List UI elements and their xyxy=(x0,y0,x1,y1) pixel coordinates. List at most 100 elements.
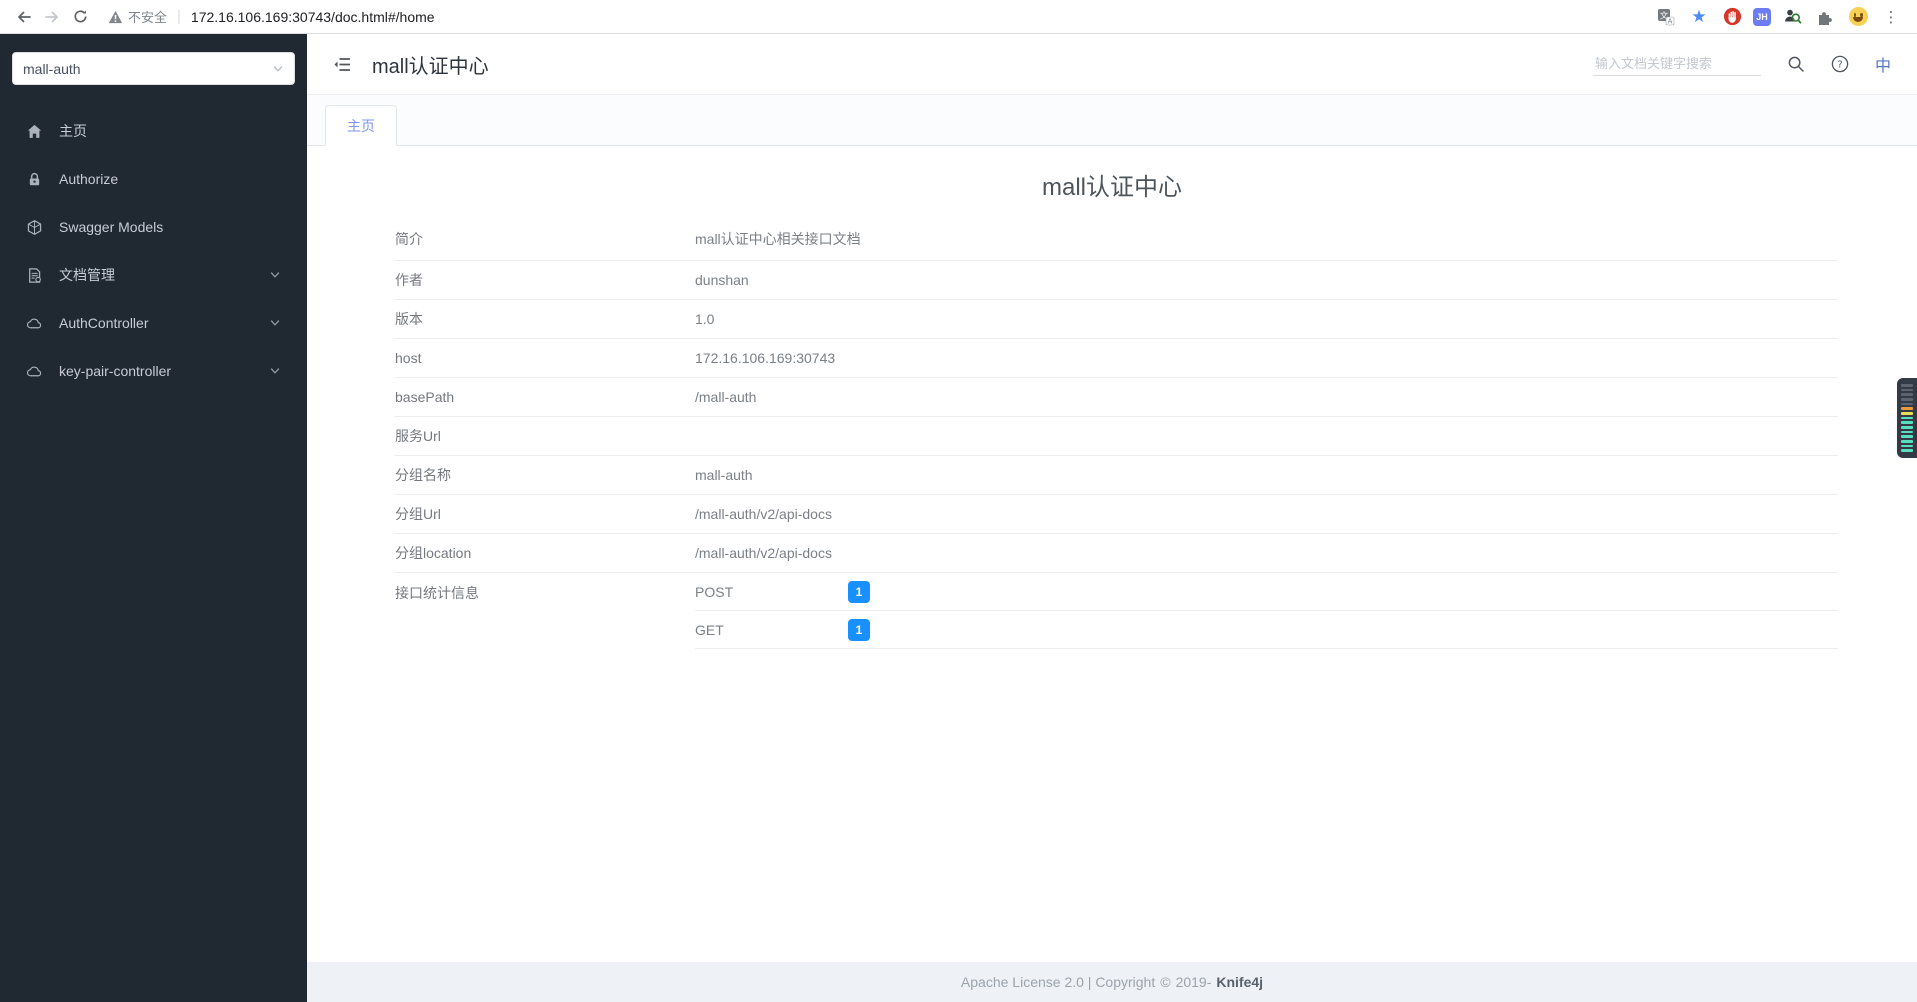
info-row: 分组Url/mall-auth/v2/api-docs xyxy=(395,495,1838,534)
stat-method-label: GET xyxy=(695,621,724,638)
jh-extension-icon[interactable]: JH xyxy=(1753,7,1771,26)
main-panel: mall认证中心 ? 中 主页 mall认证中心 简介 mall认证中心相关接口文… xyxy=(307,34,1917,1002)
info-row-stats: 接口统计信息 POST 1 GET 1 xyxy=(395,573,1838,649)
info-row: 服务Url xyxy=(395,417,1838,456)
app-header: mall认证中心 ? 中 xyxy=(307,34,1917,95)
chevron-down-icon xyxy=(272,63,284,75)
chevron-down-icon xyxy=(269,269,281,281)
browser-menu-icon[interactable]: ⋮ xyxy=(1879,5,1903,29)
info-label: 分组名称 xyxy=(395,467,451,483)
document-icon xyxy=(26,267,43,284)
stat-count-badge: 1 xyxy=(848,580,870,603)
sidebar-menu: 主页 Authorize Swagger Models 文档管理 AuthControl… xyxy=(0,107,307,395)
sidebar-item-label: 文档管理 xyxy=(59,267,115,283)
language-toggle-icon[interactable]: 中 xyxy=(1875,52,1891,76)
info-row: host 172.16.106.169:30743 xyxy=(395,339,1838,378)
page-title: mall认证中心 xyxy=(1041,174,1182,201)
sidebar-item-label: Authorize xyxy=(59,171,119,187)
info-value: /mall-auth/v2/api-docs xyxy=(695,545,832,561)
stats-label: 接口统计信息 xyxy=(395,585,479,601)
browser-forward-button[interactable] xyxy=(38,3,66,31)
info-label: 作者 xyxy=(395,272,423,288)
info-value: dunshan xyxy=(695,272,749,288)
lock-icon xyxy=(26,171,43,188)
info-value: 1.0 xyxy=(695,311,715,327)
info-row: 分组名称 mall-auth xyxy=(395,456,1838,495)
footer-brand: Knife4j xyxy=(1216,974,1264,990)
info-value: 172.16.106.169:30743 xyxy=(695,350,836,366)
knife4j-app: mall-auth 主页 Authorize Swagger Models 文档管理 A… xyxy=(0,34,1917,1002)
browser-back-button[interactable] xyxy=(10,3,38,31)
sidebar-item-label: AuthController xyxy=(59,315,149,331)
security-chip[interactable]: 不安全 xyxy=(108,7,167,26)
edge-extension-handle[interactable] xyxy=(1897,378,1917,458)
cloud-icon xyxy=(26,315,43,332)
url-text: 172.16.106.169:30743/doc.html#/home xyxy=(190,8,435,25)
translate-extension-icon[interactable]: 文A xyxy=(1654,5,1678,29)
extension-toolbar: 文A ★ JH ⋮ xyxy=(1654,5,1907,29)
info-label: 分组location xyxy=(395,545,472,561)
chevron-down-icon xyxy=(269,317,281,329)
menu-fold-icon[interactable] xyxy=(333,55,352,74)
sidebar-item-authorize[interactable]: Authorize xyxy=(0,155,307,203)
sidebar-item-label: 主页 xyxy=(59,123,87,139)
address-bar[interactable]: 不安全 | 172.16.106.169:30743/doc.html#/hom… xyxy=(108,7,1654,26)
adblock-hand-icon[interactable] xyxy=(1720,5,1744,29)
info-label: 简介 xyxy=(395,230,423,247)
home-icon xyxy=(26,123,43,140)
tab-主页[interactable]: 主页 xyxy=(325,105,397,146)
info-row: basePath/mall-auth xyxy=(395,378,1838,417)
extensions-puzzle-icon[interactable] xyxy=(1813,5,1837,29)
tab-bar: 主页 xyxy=(307,95,1917,146)
stat-count-badge: 1 xyxy=(848,618,870,641)
info-row: 分组location/mall-auth/v2/api-docs xyxy=(395,534,1838,573)
svg-text:A: A xyxy=(1668,17,1673,25)
help-icon[interactable]: ? xyxy=(1831,55,1849,73)
sidebar-item-key-pair-controller[interactable]: key-pair-controller xyxy=(0,347,307,395)
bookmark-star-icon[interactable]: ★ xyxy=(1687,5,1711,29)
browser-reload-button[interactable] xyxy=(66,3,94,31)
info-label: basePath xyxy=(395,389,455,405)
chevron-down-icon xyxy=(269,365,281,377)
app-title: mall认证中心 xyxy=(372,55,489,78)
footer: Apache License 2.0 | Copyright © 2019- Kn… xyxy=(307,962,1917,1002)
info-table: 简介 mall认证中心相关接口文档作者 dunshan 版本 1.0 host 172.16… xyxy=(395,217,1838,649)
address-separator: | xyxy=(177,8,181,25)
user-search-extension-icon[interactable] xyxy=(1780,5,1804,29)
sidebar-item-label: Swagger Models xyxy=(59,219,164,235)
info-row: 作者 dunshan xyxy=(395,261,1838,300)
search-icon[interactable] xyxy=(1787,55,1805,73)
sidebar-item-主页[interactable]: 主页 xyxy=(0,107,307,155)
info-label: 版本 xyxy=(395,311,423,327)
info-value: /mall-auth/v2/api-docs xyxy=(695,506,832,522)
sidebar-item-label: key-pair-controller xyxy=(59,363,172,379)
svg-text:?: ? xyxy=(1837,60,1842,71)
profile-avatar-icon[interactable] xyxy=(1846,5,1870,29)
cloud-icon xyxy=(26,363,43,380)
doc-search xyxy=(1592,52,1761,76)
footer-license-text: Apache License 2.0 | Copyright xyxy=(960,974,1156,990)
group-select[interactable]: mall-auth xyxy=(12,52,295,85)
stat-row-post: POST 1 xyxy=(695,573,1838,611)
stat-method-label: POST xyxy=(695,583,734,600)
info-value: mall-auth xyxy=(695,467,753,483)
sidebar-item-swagger-models[interactable]: Swagger Models xyxy=(0,203,307,251)
info-label: 服务Url xyxy=(395,428,441,444)
info-label: 分组Url xyxy=(395,506,441,522)
doc-search-input[interactable] xyxy=(1592,52,1761,76)
info-label: host xyxy=(395,350,422,366)
sidebar: mall-auth 主页 Authorize Swagger Models 文档管理 A… xyxy=(0,34,307,1002)
warning-icon xyxy=(108,10,123,23)
info-value: mall认证中心相关接口文档 xyxy=(695,230,861,247)
security-label: 不安全 xyxy=(128,10,168,25)
sidebar-item-文档管理[interactable]: 文档管理 xyxy=(0,251,307,299)
sidebar-item-authcontroller[interactable]: AuthController xyxy=(0,299,307,347)
copyright-icon: © xyxy=(1160,974,1171,990)
browser-chrome: 不安全 | 172.16.106.169:30743/doc.html#/hom… xyxy=(0,0,1917,34)
info-row: 版本 1.0 xyxy=(395,300,1838,339)
content-area: mall认证中心 简介 mall认证中心相关接口文档作者 dunshan 版本 1.0 h… xyxy=(307,146,1917,962)
info-row: 简介 mall认证中心相关接口文档 xyxy=(395,217,1838,261)
info-value: /mall-auth xyxy=(695,389,757,405)
stat-row-get: GET 1 xyxy=(695,611,1838,649)
stats-box: POST 1 GET 1 xyxy=(695,573,1838,649)
